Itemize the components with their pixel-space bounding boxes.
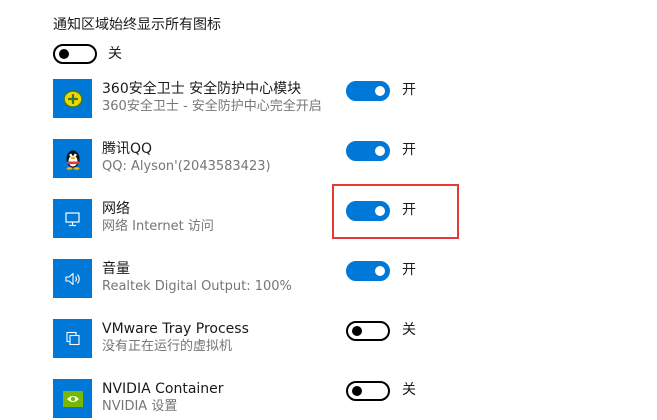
show-all-icons-toggle[interactable] — [53, 44, 97, 64]
app-status-nvidia: NVIDIA 设置 — [102, 399, 178, 414]
qq-penguin-icon — [53, 139, 92, 178]
app-toggle-label-360: 开 — [402, 82, 416, 98]
toggle-knob — [375, 86, 385, 96]
app-name-network: 网络 — [102, 201, 130, 217]
app-status-qq: QQ: Alyson'(2043583423) — [102, 159, 271, 174]
app-status-vmware: 没有正在运行的虚拟机 — [102, 339, 233, 354]
app-status-volume: Realtek Digital Output: 100% — [102, 279, 292, 294]
app-name-vmware: VMware Tray Process — [102, 321, 249, 337]
vmware-tray-icon — [53, 319, 92, 358]
app-toggle-label-vmware: 关 — [402, 322, 416, 338]
toggle-knob — [352, 386, 362, 396]
app-status-network: 网络 Internet 访问 — [102, 219, 214, 234]
show-all-icons-state-label: 关 — [108, 46, 122, 62]
section-title: 通知区域始终显示所有图标 — [53, 17, 221, 33]
app-toggle-label-qq: 开 — [402, 142, 416, 158]
toggle-knob — [59, 49, 69, 59]
app-toggle-label-volume: 开 — [402, 262, 416, 278]
app-name-360: 360安全卫士 安全防护中心模块 — [102, 81, 302, 97]
app-name-nvidia: NVIDIA Container — [102, 381, 224, 397]
app-toggle-nvidia[interactable] — [346, 381, 390, 401]
speaker-volume-icon — [53, 259, 92, 298]
highlight-annotation-box — [332, 184, 459, 239]
nvidia-logo-icon — [53, 379, 92, 418]
app-toggle-vmware[interactable] — [346, 321, 390, 341]
app-toggle-360[interactable] — [346, 81, 390, 101]
toggle-knob — [375, 266, 385, 276]
toggle-knob — [352, 326, 362, 336]
360-safe-guard-icon — [53, 79, 92, 118]
app-status-360: 360安全卫士 - 安全防护中心完全开启 — [102, 99, 322, 114]
app-name-qq: 腾讯QQ — [102, 141, 153, 157]
network-monitor-icon — [53, 199, 92, 238]
app-name-volume: 音量 — [102, 261, 130, 277]
app-toggle-qq[interactable] — [346, 141, 390, 161]
toggle-knob — [375, 146, 385, 156]
app-toggle-volume[interactable] — [346, 261, 390, 281]
app-toggle-label-nvidia: 关 — [402, 382, 416, 398]
